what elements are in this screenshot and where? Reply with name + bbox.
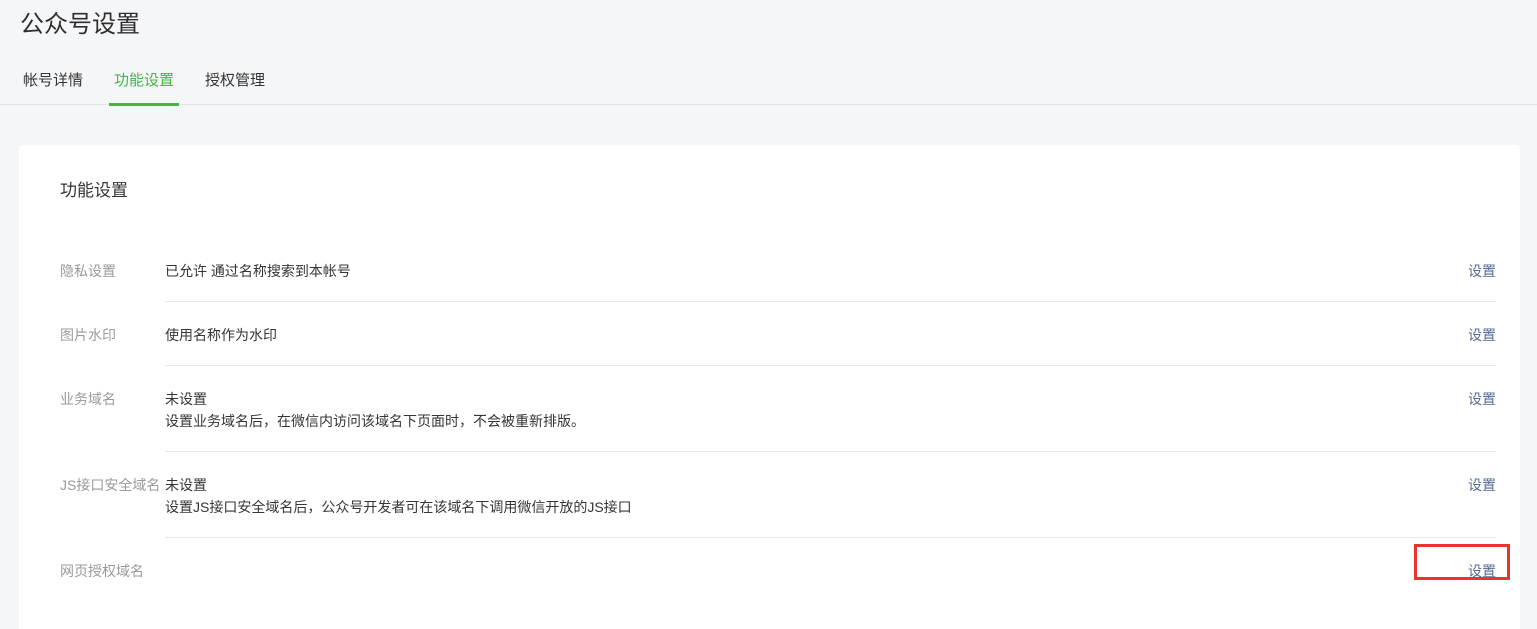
row-description: 设置业务域名后，在微信内访问该域名下页面时，不会被重新排版。 [165, 410, 585, 432]
tab-function-settings[interactable]: 功能设置 [109, 70, 179, 106]
settings-card: 功能设置 隐私设置 已允许 通过名称搜索到本帐号 设置 图片水印 使用名称作为水… [19, 145, 1520, 629]
page-title: 公众号设置 [0, 10, 1537, 39]
tab-authorization-management[interactable]: 授权管理 [200, 70, 270, 106]
row-value: 未设置 [165, 474, 632, 496]
card-heading: 功能设置 [60, 181, 1496, 201]
row-label: JS接口安全域名 [60, 452, 165, 538]
row-label: 隐私设置 [60, 238, 165, 302]
page-header: 公众号设置 帐号详情 功能设置 授权管理 [0, 0, 1537, 105]
tab-bar: 帐号详情 功能设置 授权管理 [0, 70, 1537, 105]
settings-link-business-domain[interactable]: 设置 [1468, 388, 1496, 410]
settings-link-js-safe-domain[interactable]: 设置 [1468, 474, 1496, 496]
setting-row-business-domain: 业务域名 未设置 设置业务域名后，在微信内访问该域名下页面时，不会被重新排版。 … [60, 366, 1496, 452]
tab-account-details[interactable]: 帐号详情 [18, 70, 88, 106]
setting-row-js-safe-domain: JS接口安全域名 未设置 设置JS接口安全域名后，公众号开发者可在该域名下调用微… [60, 452, 1496, 538]
row-value: 使用名称作为水印 [165, 324, 277, 346]
settings-link-privacy[interactable]: 设置 [1468, 260, 1496, 282]
setting-row-webpage-auth-domain: 网页授权域名 设置 [60, 538, 1496, 601]
row-description: 设置JS接口安全域名后，公众号开发者可在该域名下调用微信开放的JS接口 [165, 496, 632, 518]
setting-row-privacy: 隐私设置 已允许 通过名称搜索到本帐号 设置 [60, 238, 1496, 302]
row-value: 已允许 通过名称搜索到本帐号 [165, 260, 351, 282]
row-value: 未设置 [165, 388, 585, 410]
setting-row-image-watermark: 图片水印 使用名称作为水印 设置 [60, 302, 1496, 366]
settings-link-image-watermark[interactable]: 设置 [1468, 324, 1496, 346]
settings-link-webpage-auth-domain[interactable]: 设置 [1468, 560, 1496, 582]
row-label: 图片水印 [60, 302, 165, 366]
row-label: 业务域名 [60, 366, 165, 452]
page-body: 功能设置 隐私设置 已允许 通过名称搜索到本帐号 设置 图片水印 使用名称作为水… [0, 105, 1537, 629]
row-label: 网页授权域名 [60, 538, 165, 601]
